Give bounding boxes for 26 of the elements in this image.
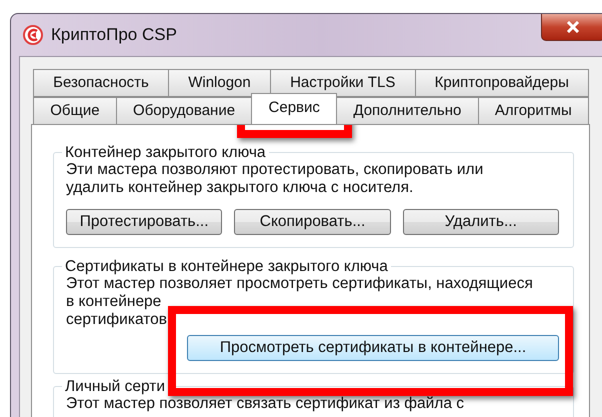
group-title: Личный серти bbox=[64, 378, 166, 395]
description-text: сертификатов bbox=[66, 311, 168, 329]
tab[interactable]: Криптопровайдеры bbox=[414, 69, 590, 97]
tab[interactable]: Алгоритмы bbox=[478, 97, 589, 125]
close-icon bbox=[566, 21, 580, 33]
tab[interactable]: Дополнительно bbox=[336, 97, 479, 125]
description-text: в контейнере bbox=[66, 293, 162, 311]
action-button[interactable]: Протестировать... bbox=[66, 209, 222, 235]
close-button[interactable] bbox=[541, 14, 602, 41]
window-title: КриптоПро CSP bbox=[51, 25, 177, 45]
tab[interactable]: Сервис bbox=[251, 93, 338, 124]
tab[interactable]: Winlogon bbox=[168, 69, 271, 97]
app-logo-icon bbox=[23, 25, 43, 45]
tab[interactable]: Безопасность bbox=[33, 69, 170, 97]
tab[interactable]: Настройки TLS bbox=[270, 69, 416, 97]
action-button[interactable]: Просмотреть сертификаты в контейнере... bbox=[187, 335, 559, 361]
description-text: Этот мастер позволяет просмотреть сертификаты, находящиеся bbox=[66, 275, 534, 293]
group-title: Контейнер закрытого ключа bbox=[64, 144, 267, 161]
tab[interactable]: Общие bbox=[33, 97, 117, 125]
description-text: Эти мастера позволяют протестировать, скопировать или bbox=[66, 161, 484, 179]
group-title: Сертификаты в контейнере закрытого ключа bbox=[64, 258, 389, 275]
tab[interactable]: Оборудование bbox=[116, 97, 252, 125]
description-text: удалить контейнер закрытого ключа с носителя. bbox=[66, 179, 414, 197]
action-button[interactable]: Удалить... bbox=[402, 209, 559, 235]
action-button[interactable]: Скопировать... bbox=[234, 209, 391, 235]
description-text: Этот мастер позволяет связать сертификат из файла с bbox=[66, 395, 466, 413]
